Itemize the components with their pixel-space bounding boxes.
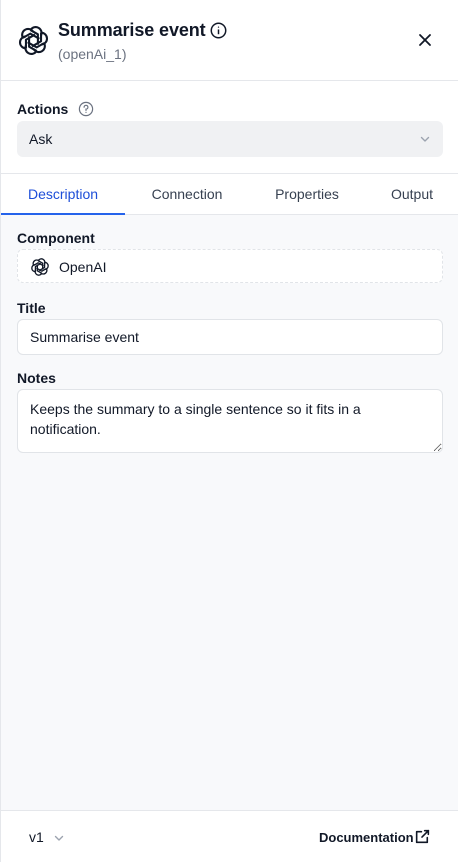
actions-select[interactable]: Ask [17,121,443,157]
notes-label: Notes [17,370,56,386]
title-input[interactable] [17,319,443,355]
help-circle-icon[interactable] [78,101,94,117]
tab-bar: Description Connection Properties Output [1,173,458,215]
component-id: (openAi_1) [58,46,127,62]
panel-title: Summarise event [58,20,206,40]
active-tab-indicator [1,213,125,215]
info-icon[interactable] [210,22,227,39]
tab-output[interactable]: Output [365,174,458,215]
tab-connection[interactable]: Connection [125,174,249,215]
actions-label: Actions [17,101,69,117]
properties-panel: Summarise event (openAi_1) Actions Ask D… [0,0,458,862]
notes-textarea[interactable]: Keeps the summary to a single sentence s… [17,389,443,453]
component-value: OpenAI [59,259,107,275]
external-link-icon[interactable] [414,828,431,845]
component-field: OpenAI [17,249,443,283]
version-select[interactable]: v1 [29,829,44,845]
chevron-down-icon[interactable] [53,832,65,844]
chevron-down-icon [420,136,430,142]
panel-footer: v1 Documentation [1,810,458,862]
openai-logo-icon [31,258,49,276]
actions-select-value: Ask [29,131,53,147]
actions-section: Actions Ask [1,81,458,173]
component-label: Component [17,230,95,246]
close-icon [419,34,431,46]
documentation-link[interactable]: Documentation [319,830,414,845]
close-button[interactable] [413,28,437,52]
tab-description[interactable]: Description [1,174,125,215]
tab-properties[interactable]: Properties [245,174,369,215]
panel-header: Summarise event (openAi_1) [1,0,458,81]
openai-logo-icon [18,26,49,55]
title-label: Title [17,300,46,316]
